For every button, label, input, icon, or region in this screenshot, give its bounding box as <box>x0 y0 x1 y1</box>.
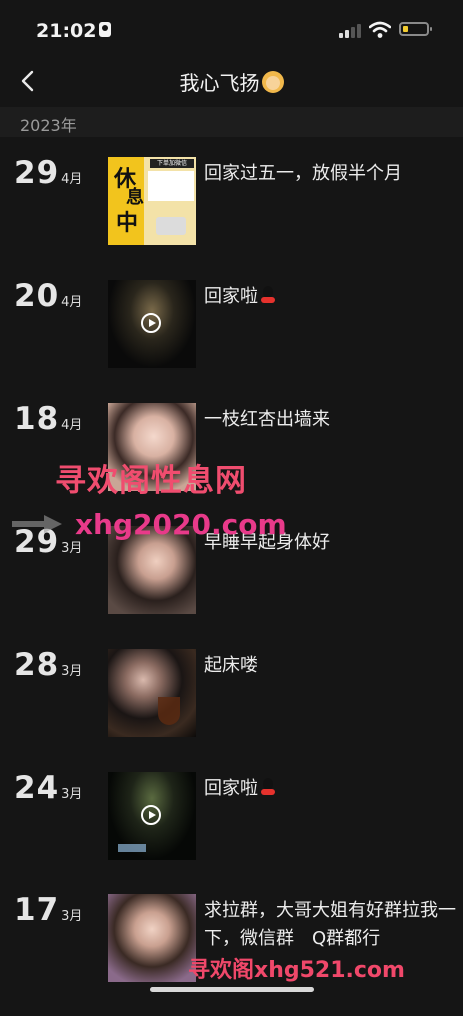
entry-text: 回家过五一，放假半个月 <box>204 163 402 184</box>
entry-day: 18 <box>14 401 60 437</box>
battery-level <box>403 26 408 32</box>
moment-entry[interactable]: 29 4月 休 息 中 下单加微信 回家过五一，放假半个月 <box>0 155 463 279</box>
poster-char-3: 中 <box>116 211 139 236</box>
rest-poster-thumbnail[interactable]: 休 息 中 下单加微信 <box>108 157 196 245</box>
entry-date: 24 3月 <box>14 770 82 806</box>
entry-text-row: 回家啦 <box>204 283 456 311</box>
watermark-text: 寻欢阁性息网 <box>55 463 247 499</box>
entry-month: 3月 <box>61 909 83 924</box>
qq-penguin-icon <box>260 286 276 304</box>
qq-penguin-icon <box>260 778 276 796</box>
entry-day: 24 <box>14 770 60 806</box>
entry-month: 4月 <box>61 418 83 433</box>
moment-entry[interactable]: 24 3月 回家啦 <box>0 770 463 894</box>
entry-date: 29 4月 <box>14 155 82 191</box>
entry-text: 一枝红杏出墙来 <box>204 409 330 430</box>
entry-month: 3月 <box>61 787 83 802</box>
poster-white-panel <box>148 171 194 201</box>
entry-text-row: 回家啦 <box>204 775 456 803</box>
person-icon <box>99 22 111 37</box>
video-thumbnail[interactable] <box>108 280 196 368</box>
entry-month: 3月 <box>61 541 83 556</box>
entry-month: 4月 <box>61 295 83 310</box>
entry-day: 28 <box>14 647 60 683</box>
moment-entry[interactable]: 28 3月 起床喽 <box>0 647 463 771</box>
arrow-watermark-icon <box>12 515 62 533</box>
entry-day: 29 <box>14 155 60 191</box>
moment-entry[interactable]: 29 3月 早睡早起身体好 <box>0 524 463 648</box>
nav-header: 我心飞扬 <box>0 58 463 106</box>
wifi-icon <box>369 21 391 38</box>
photo-thumbnail[interactable] <box>108 894 196 982</box>
entry-month: 4月 <box>61 172 83 187</box>
page-title-text: 我心飞扬 <box>179 71 260 95</box>
status-time: 21:02 <box>36 20 97 42</box>
watermark-url: xhg2020.com <box>75 508 287 541</box>
poster-tablet-image <box>156 217 186 235</box>
poster-label: 下单加微信 <box>150 159 194 168</box>
photo-thumbnail[interactable] <box>108 649 196 737</box>
entry-text: 起床喽 <box>204 655 258 676</box>
entry-date: 17 3月 <box>14 892 82 928</box>
entry-day: 17 <box>14 892 60 928</box>
wine-glass-shape <box>158 697 180 725</box>
entry-text: 回家啦 <box>204 778 258 799</box>
battery-icon <box>399 22 432 36</box>
signal-icon <box>339 23 363 38</box>
watermark-url-bottom: 寻欢阁xhg521.com <box>188 958 405 983</box>
entry-month: 3月 <box>61 664 83 679</box>
home-indicator[interactable] <box>150 987 314 992</box>
year-divider: 2023年 <box>0 107 463 137</box>
entry-date: 28 3月 <box>14 647 82 683</box>
year-label: 2023年 <box>20 116 77 135</box>
dashboard-display <box>118 844 146 852</box>
entry-date: 20 4月 <box>14 278 82 314</box>
entry-text: 回家啦 <box>204 286 258 307</box>
video-thumbnail[interactable] <box>108 772 196 860</box>
play-icon[interactable] <box>141 805 161 825</box>
entry-date: 18 4月 <box>14 401 82 437</box>
entry-text: 求拉群，大哥大姐有好群拉我一下，微信群 Q群都行 <box>204 900 456 949</box>
entry-day: 20 <box>14 278 60 314</box>
play-icon[interactable] <box>141 313 161 333</box>
status-bar: 21:02 <box>0 0 463 58</box>
moment-entry[interactable]: 20 4月 回家啦 <box>0 278 463 402</box>
girl-emoji-icon <box>261 71 284 93</box>
page-title: 我心飞扬 <box>0 67 463 96</box>
